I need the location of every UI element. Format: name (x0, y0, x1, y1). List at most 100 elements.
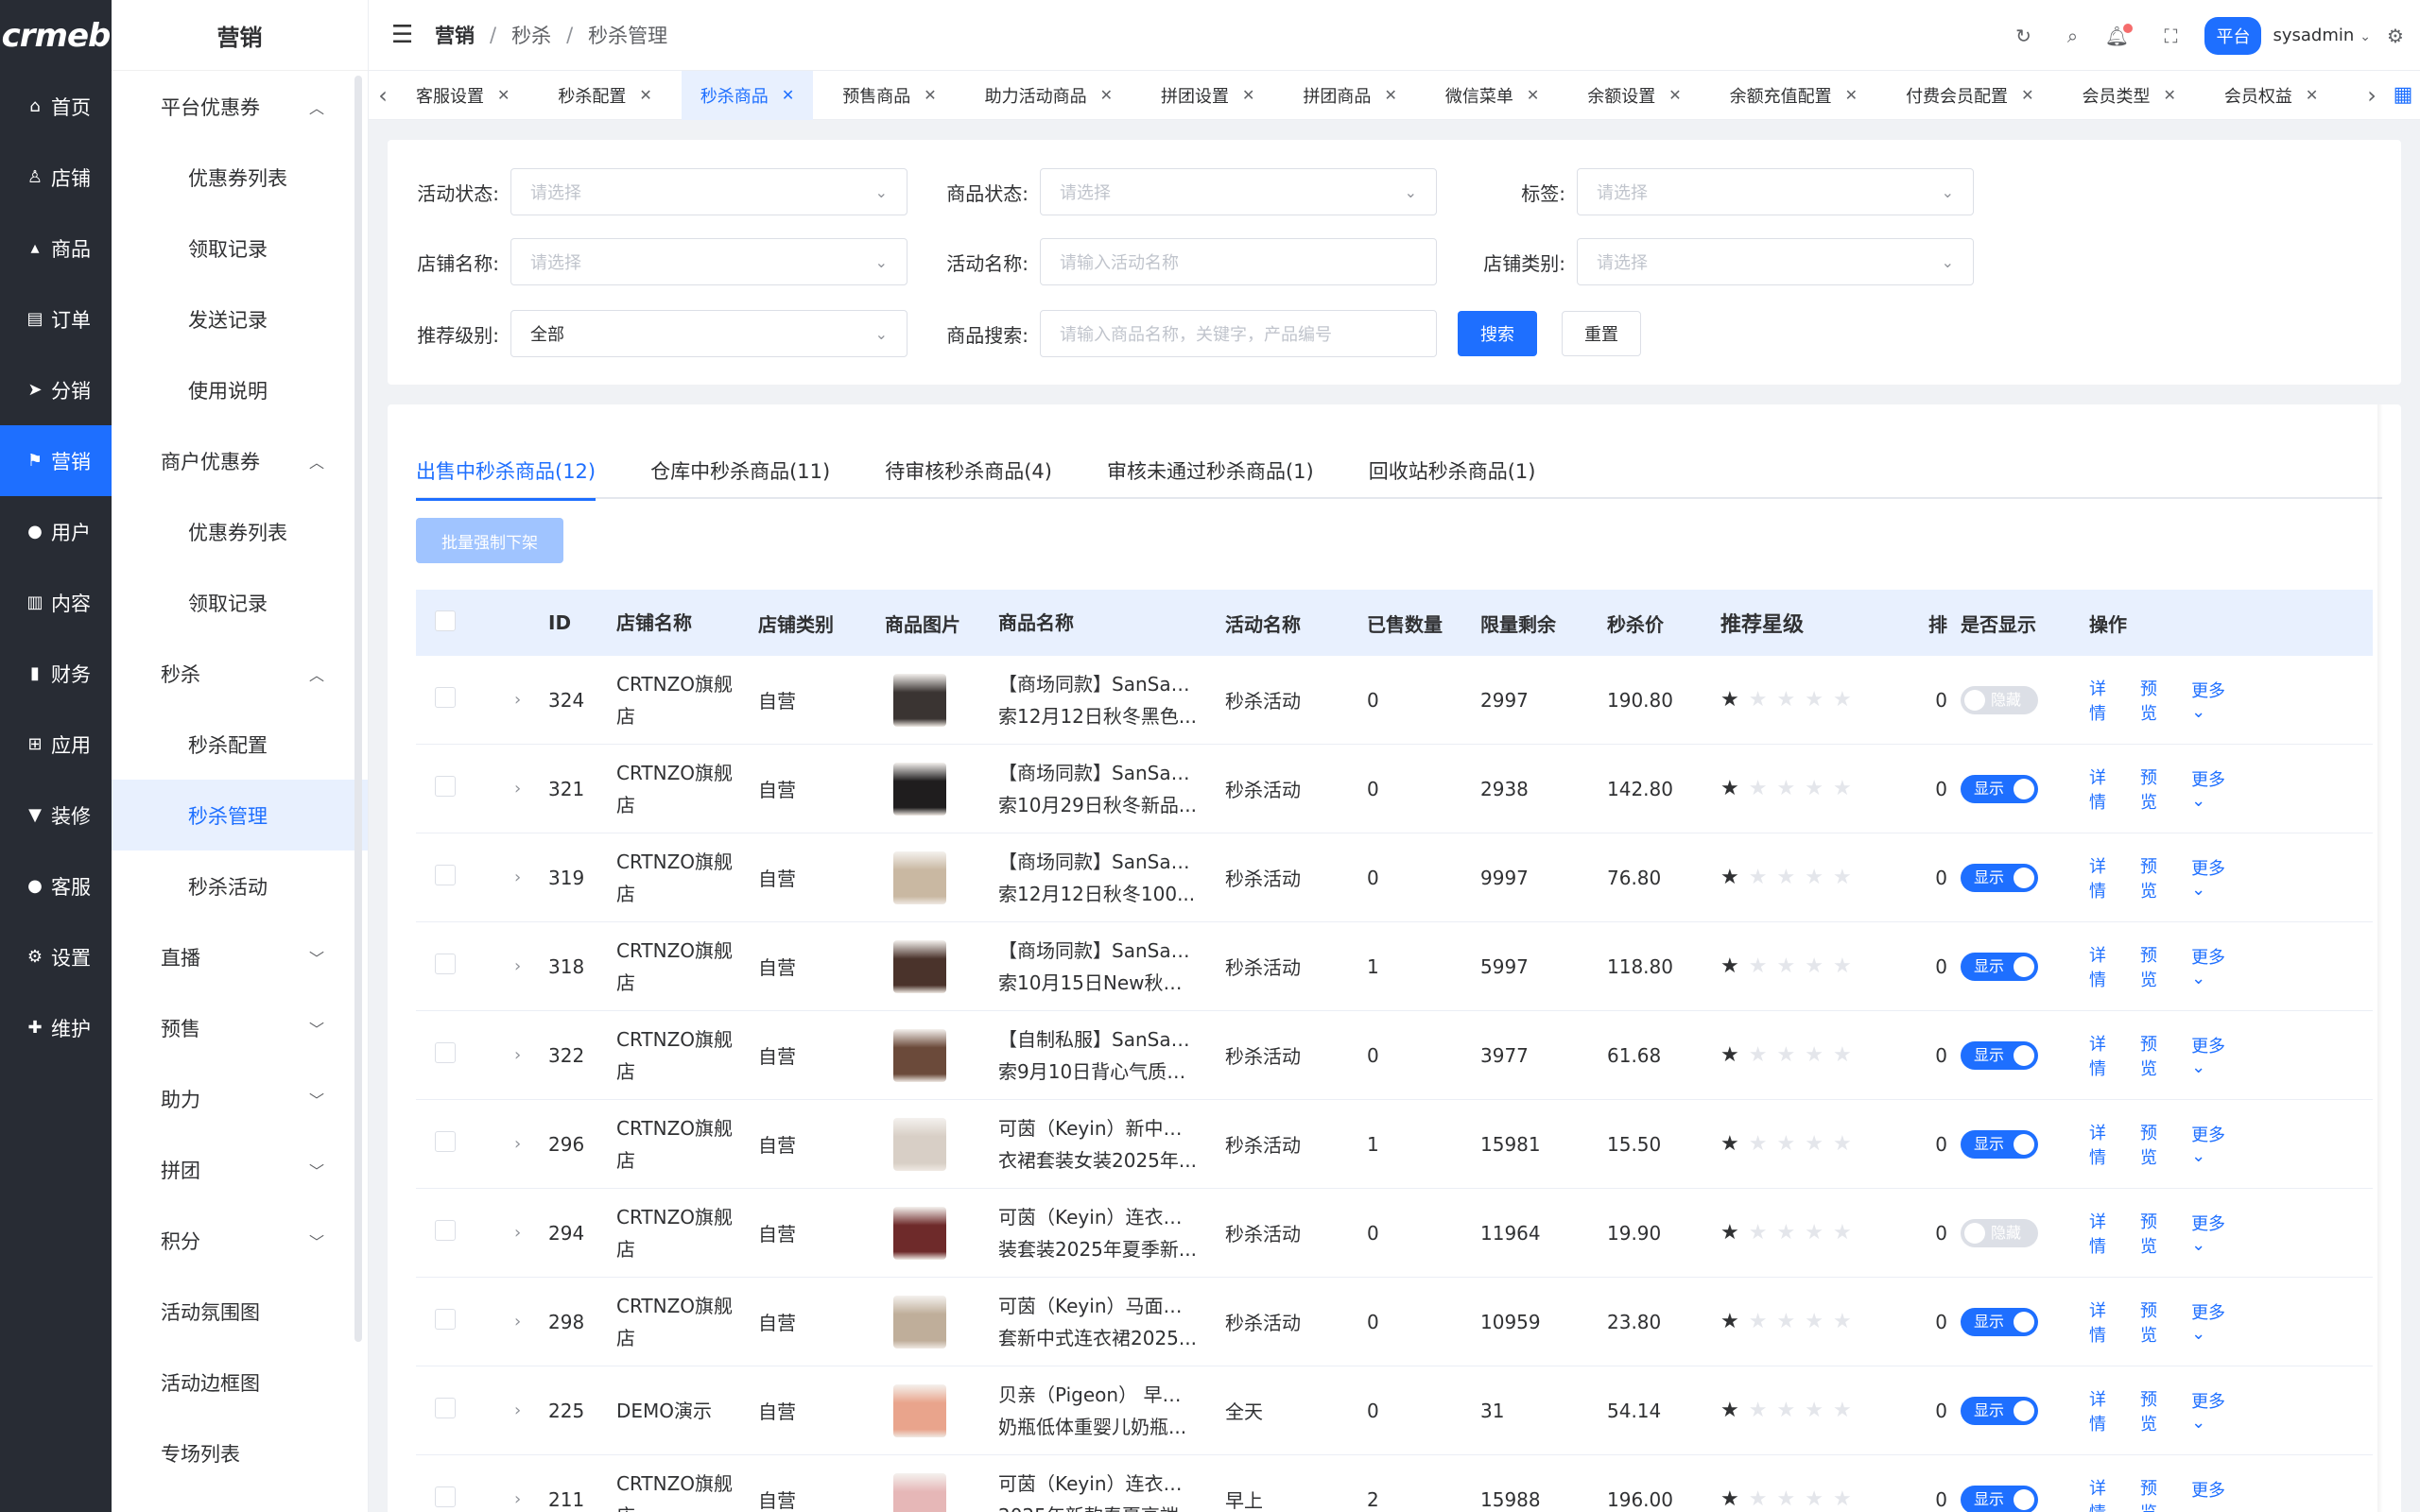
close-icon[interactable]: ✕ (1242, 86, 1254, 104)
nav-item-settings[interactable]: ⚙ 设置 (0, 921, 112, 992)
star-icon[interactable]: ★ (1805, 777, 1833, 800)
star-icon[interactable]: ★ (1833, 1310, 1861, 1333)
star-icon[interactable]: ★ (1720, 1221, 1749, 1245)
detail-link[interactable]: 详情 (2089, 942, 2112, 991)
star-rating[interactable]: ★★★★★ (1720, 1399, 1910, 1422)
star-icon[interactable]: ★ (1749, 1399, 1777, 1422)
chevron-right-icon[interactable]: › (473, 868, 548, 887)
refresh-icon[interactable]: ↻ (1998, 25, 2048, 47)
nav-item-apps[interactable]: ⊞ 应用 (0, 709, 112, 780)
select-all-checkbox[interactable] (416, 610, 473, 636)
submenu-item[interactable]: 使用说明 (112, 354, 368, 425)
bell-icon[interactable]: 🔔︎ (2097, 23, 2146, 47)
star-icon[interactable]: ★ (1805, 1132, 1833, 1156)
detail-link[interactable]: 详情 (2089, 1031, 2112, 1080)
star-rating[interactable]: ★★★★★ (1720, 1221, 1910, 1245)
detail-link[interactable]: 详情 (2089, 1120, 2112, 1169)
recommend-level-select[interactable]: 全部 ⌄ (510, 310, 908, 357)
star-icon[interactable]: ★ (1720, 777, 1749, 800)
bulk-offshelf-button[interactable]: 批量强制下架 (416, 518, 563, 563)
close-icon[interactable]: ✕ (782, 86, 794, 104)
detail-link[interactable]: 详情 (2089, 765, 2112, 814)
row-checkbox[interactable] (416, 1042, 473, 1068)
close-icon[interactable]: ✕ (2021, 86, 2033, 104)
page-tab[interactable]: 会员权益 ✕ (2205, 71, 2337, 120)
preview-link[interactable]: 预览 (2140, 765, 2163, 814)
submenu-group[interactable]: 助力 ﹀ (112, 1063, 368, 1134)
row-checkbox[interactable] (416, 1131, 473, 1157)
sub-menu-scrollbar[interactable] (354, 76, 362, 1342)
preview-link[interactable]: 预览 (2140, 676, 2163, 725)
star-icon[interactable]: ★ (1749, 688, 1777, 712)
star-icon[interactable]: ★ (1776, 688, 1805, 712)
close-icon[interactable]: ✕ (1668, 86, 1681, 104)
nav-item-share[interactable]: ➤ 分销 (0, 354, 112, 425)
nav-item-decorate[interactable]: ▼ 装修 (0, 780, 112, 850)
star-icon[interactable]: ★ (1833, 777, 1861, 800)
page-tab[interactable]: 秒杀配置 ✕ (539, 71, 670, 120)
submenu-item[interactable]: 秒杀配置 (112, 709, 368, 780)
row-checkbox[interactable] (416, 1398, 473, 1423)
nav-item-home[interactable]: ⌂ 首页 (0, 71, 112, 142)
goods-image[interactable] (893, 939, 946, 993)
star-icon[interactable]: ★ (1720, 1132, 1749, 1156)
star-icon[interactable]: ★ (1833, 1221, 1861, 1245)
star-rating[interactable]: ★★★★★ (1720, 688, 1910, 712)
star-icon[interactable]: ★ (1749, 1132, 1777, 1156)
star-icon[interactable]: ★ (1805, 866, 1833, 889)
page-tab[interactable]: 会员类型 ✕ (2063, 71, 2194, 120)
star-icon[interactable]: ★ (1776, 1487, 1805, 1511)
show-toggle[interactable]: 显示 (1961, 1485, 2038, 1512)
close-icon[interactable]: ✕ (924, 86, 936, 104)
star-icon[interactable]: ★ (1805, 1310, 1833, 1333)
more-dropdown[interactable]: 更多 ⌄ (2191, 1477, 2265, 1512)
status-tab[interactable]: 审核未通过秒杀商品(1) (1107, 442, 1314, 499)
close-icon[interactable]: ✕ (1845, 86, 1858, 104)
more-dropdown[interactable]: 更多 ⌄ (2191, 678, 2265, 722)
star-icon[interactable]: ★ (1805, 1399, 1833, 1422)
shop-type-select[interactable]: 请选择 ⌄ (1577, 238, 1974, 285)
fullscreen-icon[interactable]: ⛶ (2146, 25, 2195, 47)
page-tab[interactable]: 预售商品 ✕ (823, 71, 955, 120)
more-dropdown[interactable]: 更多 ⌄ (2191, 766, 2265, 811)
nav-item-store[interactable]: ♙ 店铺 (0, 142, 112, 213)
star-icon[interactable]: ★ (1749, 1221, 1777, 1245)
activity-status-select[interactable]: 请选择 ⌄ (510, 168, 908, 215)
breadcrumb-item[interactable]: 营销 (435, 21, 475, 49)
page-tab[interactable]: 拼团设置 ✕ (1142, 71, 1273, 120)
goods-image[interactable] (893, 1206, 946, 1260)
star-icon[interactable]: ★ (1833, 1132, 1861, 1156)
star-icon[interactable]: ★ (1776, 1132, 1805, 1156)
chevron-right-icon[interactable]: › (473, 1223, 548, 1243)
page-tab[interactable]: 余额设置 ✕ (1568, 71, 1700, 120)
goods-image[interactable] (893, 1383, 946, 1437)
goods-image[interactable] (893, 850, 946, 904)
close-icon[interactable]: ✕ (1100, 86, 1113, 104)
submenu-item[interactable]: 领取记录 (112, 213, 368, 284)
detail-link[interactable]: 详情 (2089, 1297, 2112, 1347)
more-dropdown[interactable]: 更多 ⌄ (2191, 1033, 2265, 1077)
nav-item-finance[interactable]: ▮ 财务 (0, 638, 112, 709)
star-icon[interactable]: ★ (1833, 1487, 1861, 1511)
page-tab[interactable]: 拼团商品 ✕ (1284, 71, 1415, 120)
more-dropdown[interactable]: 更多 ⌄ (2191, 1122, 2265, 1166)
goods-image[interactable] (893, 762, 946, 816)
star-icon[interactable]: ★ (1749, 866, 1777, 889)
close-icon[interactable]: ✕ (497, 86, 510, 104)
star-icon[interactable]: ★ (1833, 1043, 1861, 1067)
page-tab[interactable]: 余额充值配置 ✕ (1711, 71, 1876, 120)
goods-image[interactable] (893, 1472, 946, 1512)
submenu-group[interactable]: 预售 ﹀ (112, 992, 368, 1063)
star-icon[interactable]: ★ (1776, 1043, 1805, 1067)
hamburger-icon[interactable]: ☰ (391, 21, 413, 49)
submenu-item[interactable]: 优惠券列表 (112, 496, 368, 567)
more-dropdown[interactable]: 更多 ⌄ (2191, 855, 2265, 900)
status-tab[interactable]: 待审核秒杀商品(4) (885, 442, 1052, 499)
star-icon[interactable]: ★ (1805, 954, 1833, 978)
submenu-group[interactable]: 积分 ﹀ (112, 1205, 368, 1276)
chevron-right-icon[interactable]: › (473, 1134, 548, 1154)
status-tab[interactable]: 仓库中秒杀商品(11) (650, 442, 830, 499)
show-toggle[interactable]: 隐藏 (1961, 1218, 2038, 1247)
star-rating[interactable]: ★★★★★ (1720, 1310, 1910, 1333)
status-tab[interactable]: 回收站秒杀商品(1) (1369, 442, 1536, 499)
